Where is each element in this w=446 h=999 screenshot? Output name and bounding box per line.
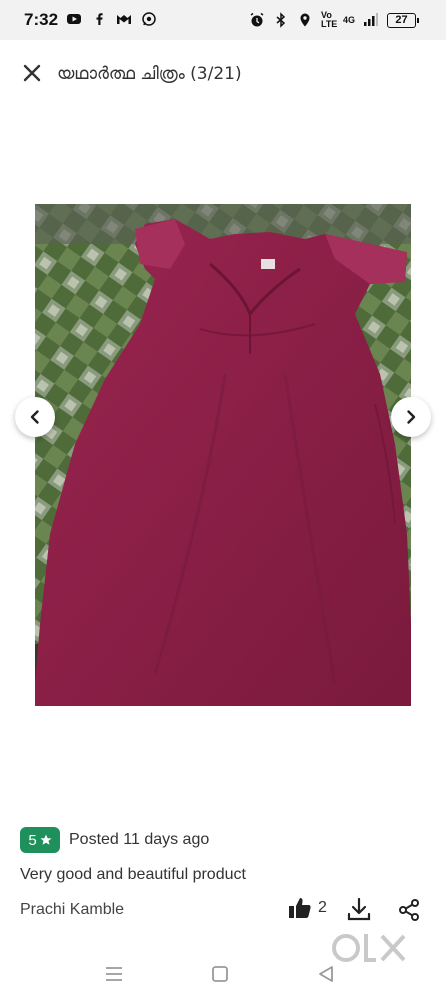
back-icon[interactable] [316,964,336,984]
alarm-icon [250,12,264,27]
thumbs-up-icon [289,898,311,918]
next-image-button[interactable] [391,397,431,437]
posted-date: Posted 11 days ago [69,831,210,848]
location-icon [300,13,310,27]
review-author: Prachi Kamble [20,901,125,918]
rating-badge: 5 [20,827,60,853]
status-system-icons: Vo LTE 4G 27 [249,10,419,29]
signal-icon [364,13,378,26]
review-photo[interactable] [35,204,411,706]
star-icon [40,834,52,845]
bluetooth-icon [276,12,286,28]
whatsapp-icon [142,12,156,26]
gmail-icon [117,15,131,24]
home-icon[interactable] [210,964,230,984]
status-notification-icons [66,11,157,27]
download-icon [347,897,371,921]
battery-icon: 27 [387,12,419,28]
menu-icon[interactable] [104,964,124,984]
status-bar: 7:32 Vo LTE 4G 27 [0,0,446,40]
dress-photo-image [35,204,411,706]
chevron-left-icon [30,410,39,424]
close-button[interactable] [20,61,44,85]
chevron-right-icon [407,410,416,424]
signal-type: 4G [342,14,355,25]
viewer-header: യഥാർത്ഥ ചിത്രം (3/21) [0,52,446,92]
share-icon [399,899,419,921]
review-text: Very good and beautiful product [20,866,246,883]
like-count: 2 [318,899,327,916]
download-button[interactable] [346,896,372,922]
status-time: 7:32 [24,10,59,29]
facebook-icon [96,13,103,25]
previous-image-button[interactable] [15,397,55,437]
network-type: Vo LTE [320,10,338,29]
like-button[interactable]: 2 [288,896,327,920]
rating-value: 5 [28,831,37,849]
youtube-icon [67,14,81,24]
page-title: യഥാർത്ഥ ചിത്രം (3/21) [57,64,242,84]
share-button[interactable] [397,898,421,922]
system-nav-bar [0,950,446,999]
close-icon [23,64,41,82]
